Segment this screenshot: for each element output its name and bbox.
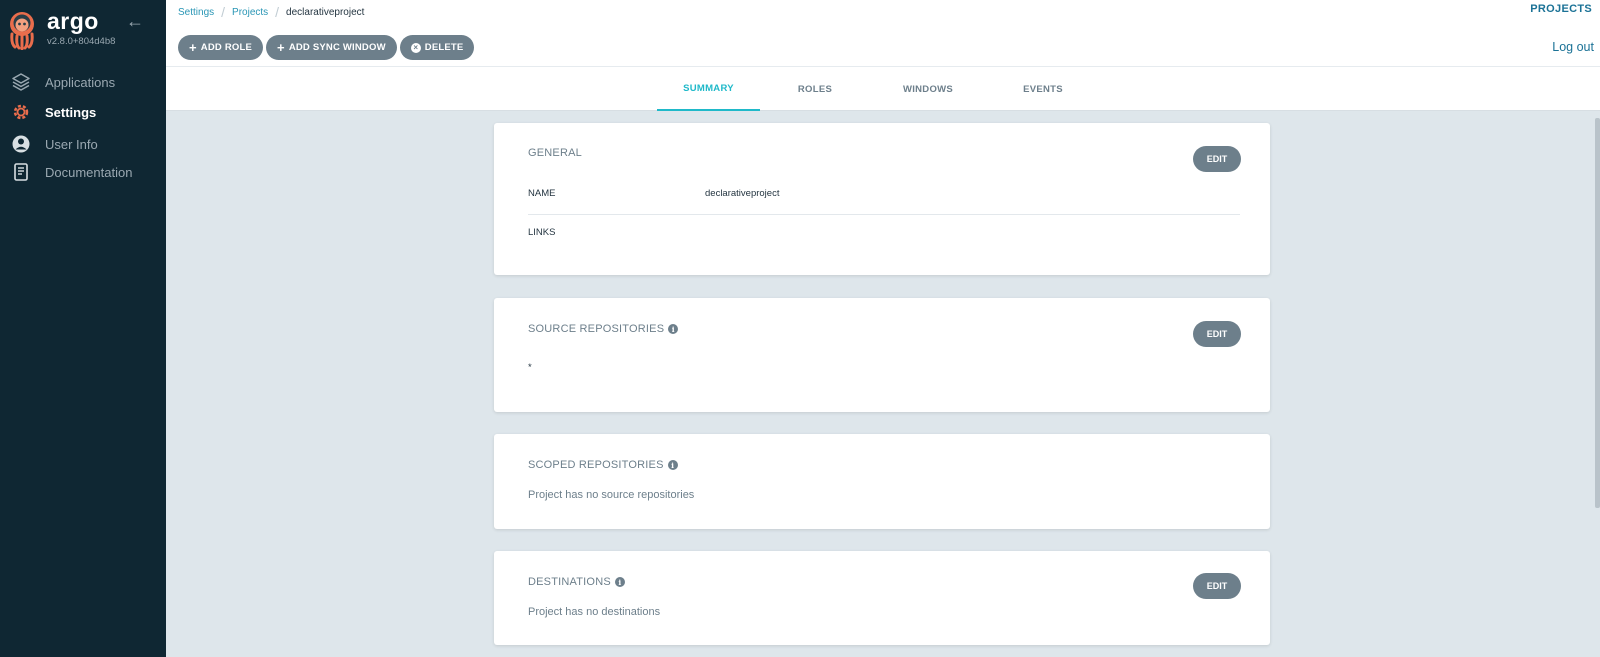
destinations-edit-button[interactable]: EDIT xyxy=(1193,573,1241,599)
source-repositories-edit-button[interactable]: EDIT xyxy=(1193,321,1241,347)
gear-icon xyxy=(11,102,31,122)
plus-icon: + xyxy=(277,39,285,55)
delete-button[interactable]: × DELETE xyxy=(399,35,475,60)
name-value: declarativeproject xyxy=(705,188,780,199)
source-repositories-card: SOURCE REPOSITORIES i EDIT * xyxy=(494,298,1270,412)
breadcrumb-separator: / xyxy=(221,4,226,20)
breadcrumb-settings[interactable]: Settings xyxy=(178,7,214,18)
tab-summary[interactable]: SUMMARY xyxy=(657,67,760,111)
info-icon[interactable]: i xyxy=(614,577,625,587)
info-icon[interactable]: i xyxy=(667,460,678,470)
close-circle-icon: × xyxy=(410,42,421,53)
sidebar-item-label: Settings xyxy=(45,104,97,120)
sidebar: argo v2.8.0+804d4b8 ← Applications Setti… xyxy=(0,0,166,657)
app-version: v2.8.0+804d4b8 xyxy=(47,36,116,47)
action-bar: + ADD ROLE + ADD SYNC WINDOW × DELETE xyxy=(178,35,475,60)
sidebar-item-label: Applications xyxy=(45,74,116,90)
card-title-text: GENERAL xyxy=(528,147,582,159)
user-circle-icon xyxy=(11,134,31,154)
tab-windows[interactable]: WINDOWS xyxy=(888,67,968,111)
info-icon[interactable]: i xyxy=(668,324,679,334)
add-sync-window-button[interactable]: + ADD SYNC WINDOW xyxy=(266,35,397,60)
card-title-text: DESTINATIONS xyxy=(528,576,611,588)
sidebar-item-applications[interactable]: Applications xyxy=(0,69,166,95)
scoped-repositories-card: SCOPED REPOSITORIES i Project has no sou… xyxy=(494,434,1270,529)
argo-octopus-icon xyxy=(10,12,34,50)
breadcrumb-current: declarativeproject xyxy=(286,6,365,18)
destinations-title: DESTINATIONS i xyxy=(528,576,625,588)
scrollbar[interactable] xyxy=(1595,118,1600,508)
plus-icon: + xyxy=(189,39,197,55)
source-repositories-title: SOURCE REPOSITORIES i xyxy=(528,323,679,335)
add-role-button[interactable]: + ADD ROLE xyxy=(178,35,264,60)
general-card: GENERAL EDIT NAME declarativeproject LIN… xyxy=(494,123,1270,275)
breadcrumb-projects[interactable]: Projects xyxy=(232,7,268,18)
add-role-label: ADD ROLE xyxy=(200,42,253,53)
destinations-card: DESTINATIONS i EDIT Project has no desti… xyxy=(494,551,1270,645)
add-sync-window-label: ADD SYNC WINDOW xyxy=(288,42,386,53)
breadcrumb-separator: / xyxy=(275,4,280,20)
sidebar-item-label: User Info xyxy=(45,136,98,152)
sidebar-item-settings[interactable]: Settings xyxy=(0,99,166,125)
name-label: NAME xyxy=(528,188,556,199)
scoped-repositories-title: SCOPED REPOSITORIES i xyxy=(528,459,678,471)
top-bar: Settings / Projects / declarativeproject… xyxy=(166,0,1600,67)
scoped-repositories-empty-text: Project has no source repositories xyxy=(528,489,695,501)
card-title-text: SOURCE REPOSITORIES xyxy=(528,323,665,335)
general-edit-button[interactable]: EDIT xyxy=(1193,146,1241,172)
general-title: GENERAL xyxy=(528,147,582,159)
destinations-empty-text: Project has no destinations xyxy=(528,606,661,618)
sidebar-item-user-info[interactable]: User Info xyxy=(0,131,166,157)
app-name: argo xyxy=(47,8,99,34)
logout-link[interactable]: Log out xyxy=(1552,40,1594,54)
delete-label: DELETE xyxy=(424,42,464,53)
book-icon xyxy=(11,162,31,182)
sidebar-item-label: Documentation xyxy=(45,164,133,180)
links-label: LINKS xyxy=(528,227,556,238)
tab-bar: SUMMARY ROLES WINDOWS EVENTS xyxy=(166,67,1600,111)
projects-link[interactable]: PROJECTS xyxy=(1530,3,1592,15)
breadcrumb: Settings / Projects / declarativeproject xyxy=(178,4,364,20)
divider xyxy=(528,214,1240,215)
layers-icon xyxy=(11,72,31,92)
source-repository-item: * xyxy=(528,362,532,373)
collapse-sidebar-arrow-icon[interactable]: ← xyxy=(126,12,146,30)
tab-roles[interactable]: ROLES xyxy=(780,67,850,111)
tab-events[interactable]: EVENTS xyxy=(1008,67,1078,111)
card-title-text: SCOPED REPOSITORIES xyxy=(528,459,664,471)
sidebar-item-documentation[interactable]: Documentation xyxy=(0,159,166,185)
